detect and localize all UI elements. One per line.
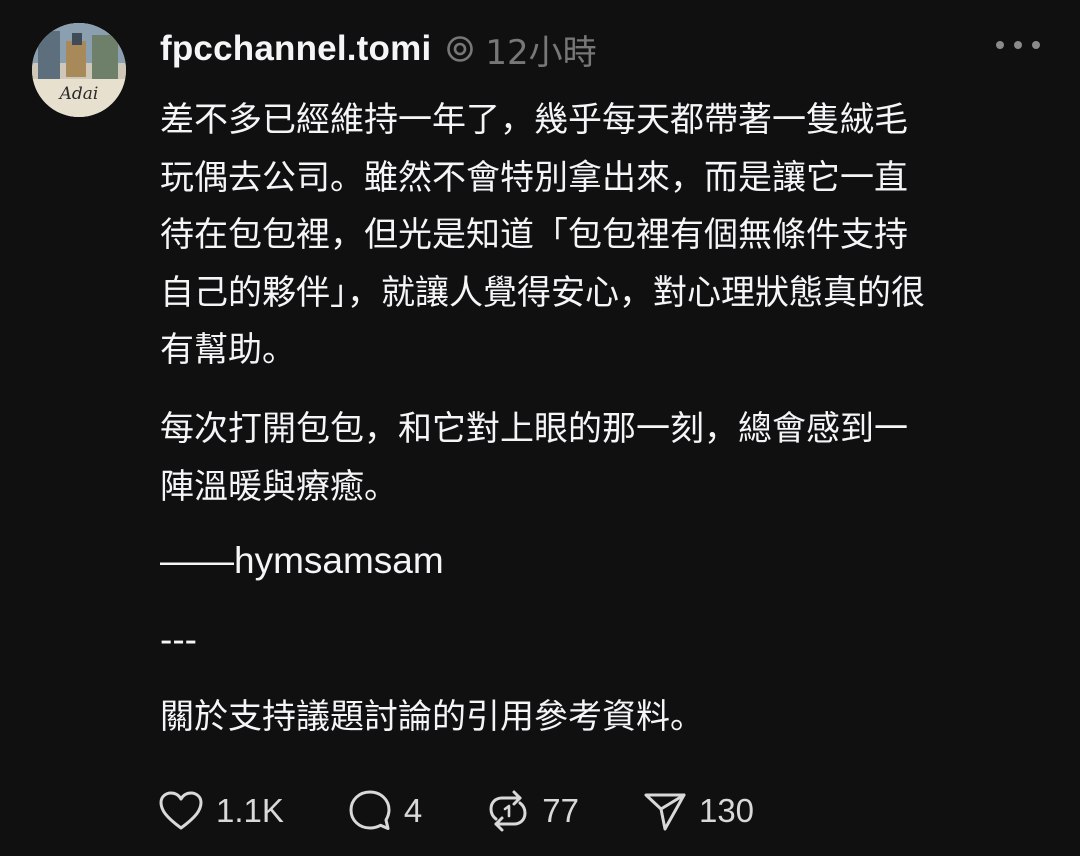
more-options-button[interactable] xyxy=(996,30,1040,60)
like-count: 1.1K xyxy=(216,792,284,829)
repost-icon xyxy=(486,789,530,833)
post-signature: ——hymsamsam xyxy=(160,540,444,581)
post-separator: --- xyxy=(160,619,197,660)
comment-count: 4 xyxy=(403,792,423,829)
more-horizontal-icon xyxy=(1032,41,1040,49)
send-icon xyxy=(643,789,687,833)
threads-logo-icon xyxy=(445,34,475,64)
post-paragraph: 差不多已經維持一年了，幾乎每天都帶著一隻絨毛 玩偶去公司。雖然不會特別拿出來，而… xyxy=(160,100,925,370)
avatar-image: Adai xyxy=(32,23,126,117)
post-actions: 1.1K 4 77 130 xyxy=(158,788,754,834)
like-button[interactable]: 1.1K xyxy=(158,790,284,832)
repost-count: 77 xyxy=(542,792,579,829)
post-paragraph: 每次打開包包，和它對上眼的那一刻，總會感到一 陣溫暖與療癒。 xyxy=(160,409,908,507)
more-horizontal-icon xyxy=(996,41,1004,49)
share-button[interactable]: 130 xyxy=(643,789,754,833)
more-horizontal-icon xyxy=(1014,41,1022,49)
avatar[interactable]: Adai xyxy=(32,23,126,117)
repost-button[interactable]: 77 xyxy=(486,789,579,833)
avatar-text: Adai xyxy=(58,84,99,104)
post-header: fpcchannel.tomi 12小時 xyxy=(160,24,597,74)
share-count: 130 xyxy=(698,792,755,829)
post-time: 12小時 xyxy=(485,32,597,73)
comment-button[interactable]: 4 xyxy=(348,789,422,833)
heart-icon xyxy=(158,790,204,832)
author-username[interactable]: fpcchannel.tomi xyxy=(160,29,431,69)
comment-bubble-icon xyxy=(348,789,392,833)
post-closing-text: 關於支持議題討論的引用參考資料。 xyxy=(160,697,704,737)
